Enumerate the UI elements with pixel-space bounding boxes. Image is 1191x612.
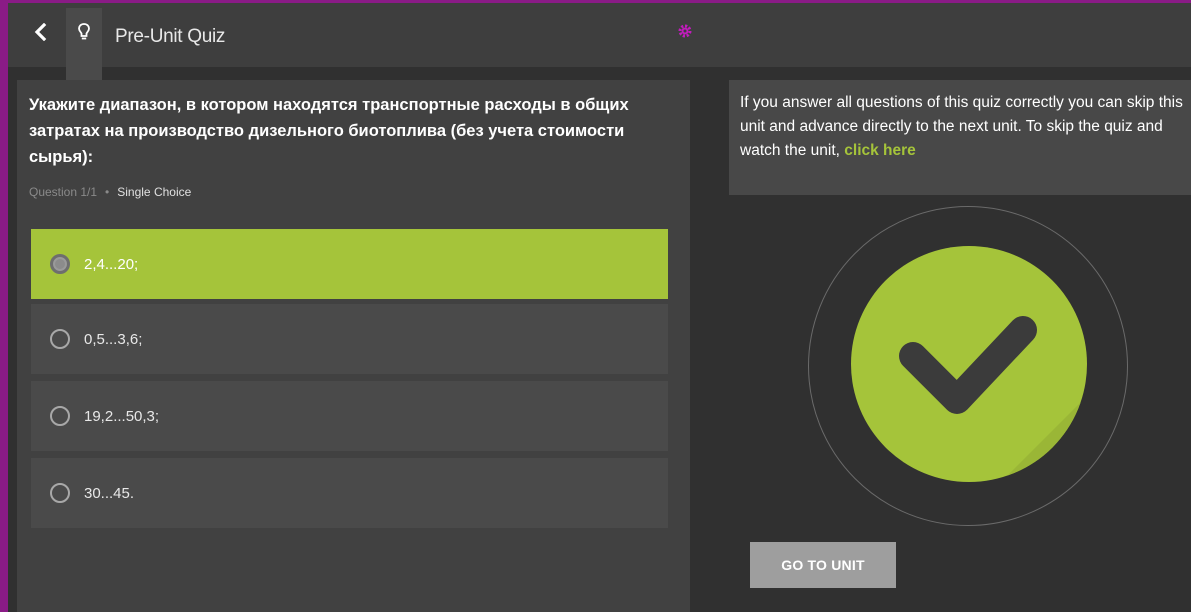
checkmark-icon [899,316,1087,482]
hint-tab[interactable] [66,8,102,80]
question-counter: Question 1/1 [29,185,98,199]
answer-option-4[interactable]: 30...45. [31,458,668,528]
answer-option-3[interactable]: 19,2...50,3; [31,381,668,451]
radio-button-selected[interactable] [50,254,70,274]
question-text: Укажите диапазон, в котором находятся тр… [29,96,629,166]
click-here-link[interactable]: click here [844,142,916,159]
question-type: Single Choice [117,185,192,199]
radio-button[interactable] [50,329,70,349]
option-label: 19,2...50,3; [84,407,160,425]
gear-icon[interactable] [677,23,693,39]
option-label: 30...45. [84,484,135,502]
top-bar: Pre-Unit Quiz [8,3,1191,80]
go-to-unit-button[interactable]: GO TO UNIT [750,542,896,588]
skip-info-text: If you answer all questions of this quiz… [740,91,1188,163]
skip-info-message: If you answer all questions of this quiz… [740,94,1183,159]
chevron-left-icon [34,23,47,41]
radio-button[interactable] [50,406,70,426]
radio-button[interactable] [50,483,70,503]
result-circle [851,246,1087,482]
page-title: Pre-Unit Quiz [115,26,226,47]
answer-option-1[interactable]: 2,4...20; [31,229,668,299]
option-label: 2,4...20; [84,255,139,273]
option-label: 0,5...3,6; [84,330,143,348]
question-meta: Question 1/1 • Single Choice [29,185,191,199]
skip-info-panel: If you answer all questions of this quiz… [729,80,1191,195]
lightbulb-icon [78,23,90,40]
answer-option-2[interactable]: 0,5...3,6; [31,304,668,374]
back-button[interactable] [18,8,62,56]
meta-separator: • [105,185,110,199]
